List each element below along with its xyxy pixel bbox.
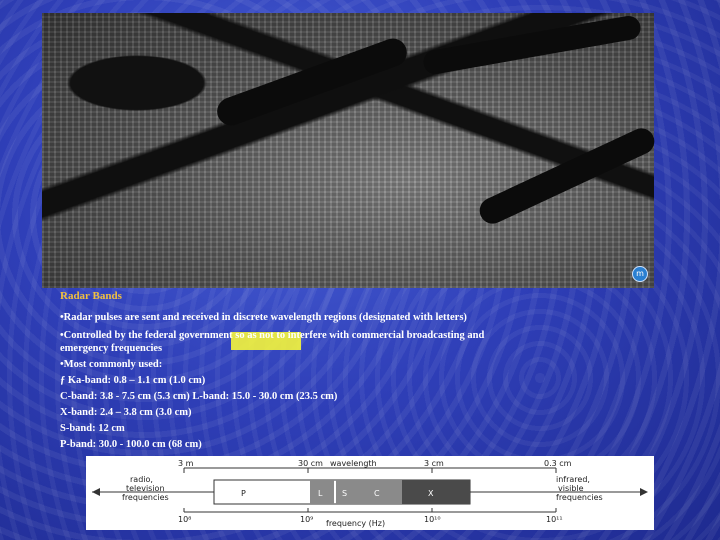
band-l-label: L xyxy=(318,489,323,498)
wavelength-tick-label: 3 m xyxy=(178,459,194,468)
river-shape xyxy=(421,14,643,76)
band-s-label: S xyxy=(342,489,347,498)
frequency-tick-label: 10⁹ xyxy=(300,515,313,524)
frequency-tick-label: 10¹¹ xyxy=(546,515,563,524)
slide-title: Radar Bands xyxy=(60,290,122,302)
band-p-label: P xyxy=(241,489,246,498)
right-label-line: visible xyxy=(558,484,584,493)
frequency-tick-label: 10⁸ xyxy=(178,515,191,524)
radar-spectrum-diagram: 3 m 30 cm 3 cm 0.3 cm wavelength P L S C… xyxy=(86,456,654,530)
right-label-line: infrared, xyxy=(556,475,590,484)
wavelength-tick-label: 0.3 cm xyxy=(544,459,572,468)
wavelength-label: wavelength xyxy=(330,459,377,468)
band-x-cell xyxy=(402,480,470,504)
spectrum-svg: 3 m 30 cm 3 cm 0.3 cm wavelength P L S C… xyxy=(92,459,648,528)
bullet-line: •Controlled by the federal government so… xyxy=(60,330,485,341)
band-x-label: X xyxy=(428,489,434,498)
bullet-line: P-band: 30.0 - 100.0 cm (68 cm) xyxy=(60,439,202,450)
bullet-line: emergency frequencies xyxy=(60,343,163,354)
bullet-line: S-band: 12 cm xyxy=(60,423,125,434)
bullet-line: •Radar pulses are sent and received in d… xyxy=(60,312,467,323)
frequency-tick-label: 10¹⁰ xyxy=(424,515,441,524)
right-arrowhead-icon xyxy=(640,488,648,496)
left-arrowhead-icon xyxy=(92,488,100,496)
right-label-line: frequencies xyxy=(556,493,603,502)
river-shape xyxy=(475,124,659,228)
wavelength-tick-label: 30 cm xyxy=(298,459,323,468)
bullet-line: X-band: 2.4 – 3.8 cm (3.0 cm) xyxy=(60,407,192,418)
satellite-radar-image: m xyxy=(42,13,659,288)
left-label-line: frequencies xyxy=(122,493,169,502)
river-shape xyxy=(213,34,411,130)
bullet-line: ƒ Ka-band: 0.8 – 1.1 cm (1.0 cm) xyxy=(60,375,206,386)
left-label-line: radio, xyxy=(130,475,153,484)
info-icon: m xyxy=(632,266,648,282)
left-label-line: television xyxy=(126,484,165,493)
slide-text: Radar Bands •Radar pulses are sent and r… xyxy=(60,290,660,451)
bullet-line: •Most commonly used: xyxy=(60,359,163,370)
wavelength-tick-label: 3 cm xyxy=(424,459,444,468)
band-c-label: C xyxy=(374,489,380,498)
bullet-line: C-band: 3.8 - 7.5 cm (5.3 cm) L-band: 15… xyxy=(60,391,338,402)
band-c-cell xyxy=(358,480,402,504)
frequency-label: frequency (Hz) xyxy=(326,519,385,528)
